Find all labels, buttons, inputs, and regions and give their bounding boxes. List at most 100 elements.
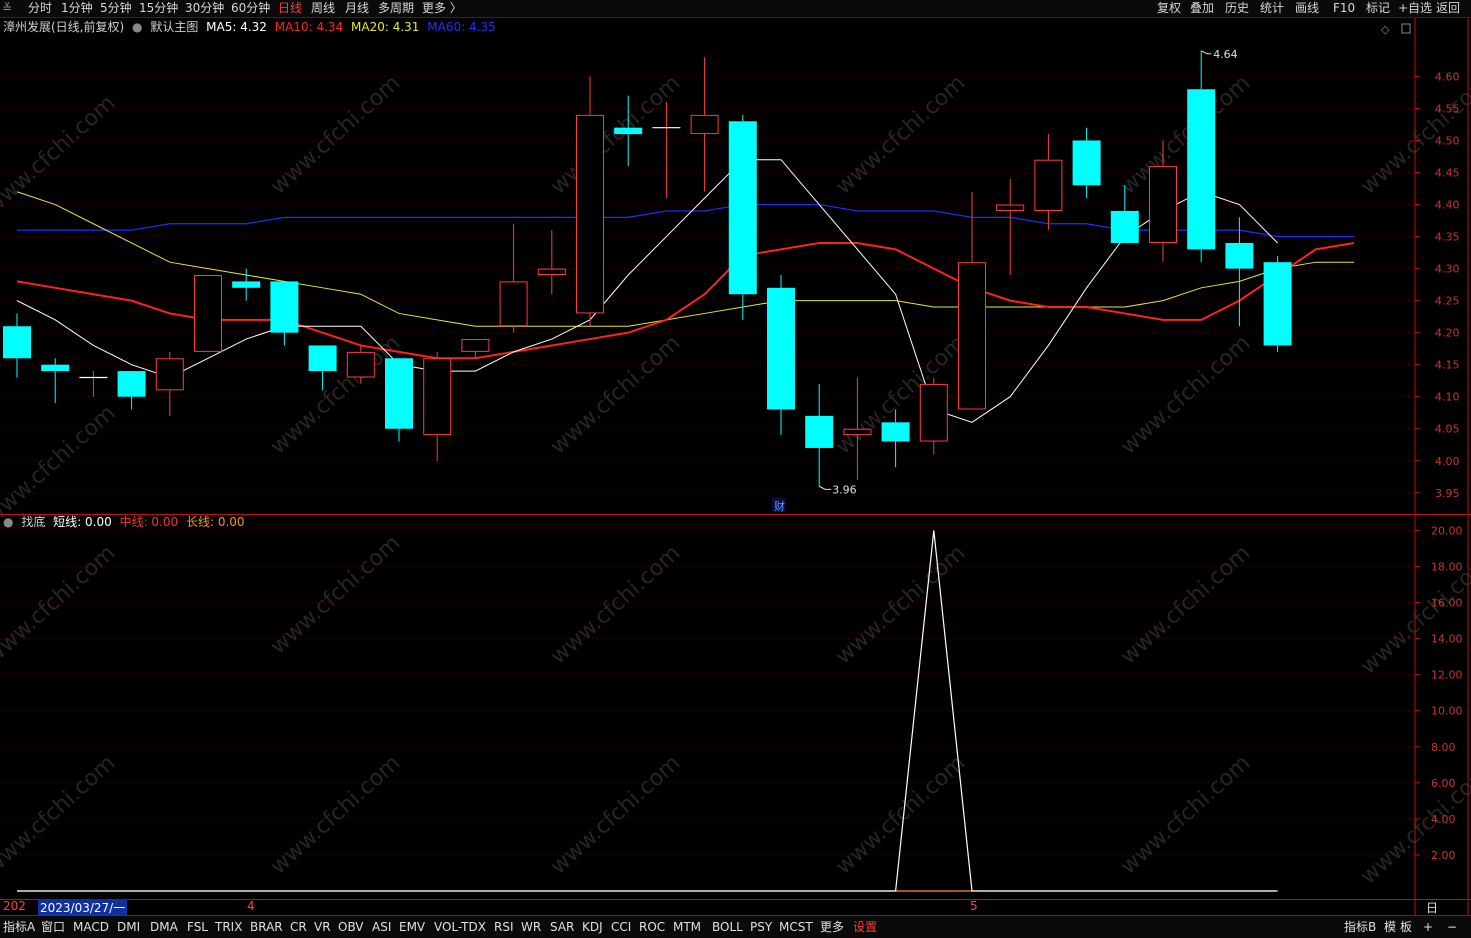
tab-fsl[interactable]: FSL <box>187 918 208 936</box>
main-tick-label: 4.00 <box>1435 455 1460 468</box>
sub-indicator-name[interactable]: 找底 <box>21 515 45 529</box>
indicator-tabs: 指标A 窗口 MACD DMI DMA FSL TRIX BRAR CR VR … <box>0 915 1471 938</box>
candle <box>805 383 834 487</box>
candle <box>423 351 452 461</box>
tab-boll[interactable]: BOLL <box>712 918 743 936</box>
candle-body-down <box>1263 262 1292 346</box>
zoom-in-button[interactable]: + <box>1423 918 1433 936</box>
tab-emv[interactable]: EMV <box>399 918 425 936</box>
tab-vr[interactable]: VR <box>314 918 331 936</box>
watermark-text: www.cfchi.com <box>1116 331 1255 460</box>
watermark-text: www.cfchi.com <box>0 91 120 220</box>
candle-body-down <box>1110 210 1139 243</box>
tab-mcst[interactable]: MCST <box>779 918 813 936</box>
tab-mtm[interactable]: MTM <box>673 918 701 936</box>
tab-template-ban[interactable]: 板 <box>1400 918 1412 936</box>
finance-badge: 财 <box>774 499 785 513</box>
sub-tick-label: 6.00 <box>1431 777 1456 790</box>
candle <box>1263 255 1292 352</box>
candle-body-up <box>537 268 566 276</box>
candle <box>1034 134 1063 231</box>
cursor-date: 2023/03/27/一 <box>38 899 128 916</box>
sub-tick-label: 10.00 <box>1431 705 1463 718</box>
main-tick-label: 4.05 <box>1435 423 1460 436</box>
main-tick-label: 4.60 <box>1435 70 1460 83</box>
candle-body-down <box>308 345 337 372</box>
candle-body-down <box>117 371 146 397</box>
candle-body-down <box>41 364 70 372</box>
short-line-legend: 短线: 0.00 <box>53 515 112 529</box>
month-5-label: 5 <box>970 899 978 913</box>
diamond-icon: ◇ <box>1381 23 1390 36</box>
watermark-text: www.cfchi.com <box>266 751 405 880</box>
watermark-text: www.cfchi.com <box>546 541 685 670</box>
sub-tick-label: 8.00 <box>1431 741 1456 754</box>
tab-roc[interactable]: ROC <box>639 918 665 936</box>
tab-cci[interactable]: CCI <box>611 918 631 936</box>
tab-sar[interactable]: SAR <box>550 918 574 936</box>
tab-trix[interactable]: TRIX <box>215 918 242 936</box>
tab-rsi[interactable]: RSI <box>494 918 514 936</box>
tab-psy[interactable]: PSY <box>750 918 772 936</box>
candle-body-up <box>194 275 222 352</box>
candle-body-down <box>767 287 795 410</box>
watermark-text: www.cfchi.com <box>1116 751 1255 880</box>
watermark-text: www.cfchi.com <box>546 71 685 200</box>
tab-cr[interactable]: CR <box>290 918 307 936</box>
tab-dma[interactable]: DMA <box>150 918 178 936</box>
tab-template-mo[interactable]: 模 <box>1384 918 1396 936</box>
mid-line-legend: 中线: 0.00 <box>119 515 179 529</box>
candle <box>576 76 604 327</box>
candle <box>155 351 184 416</box>
tab-macd[interactable]: MACD <box>73 918 109 936</box>
tab-obv[interactable]: OBV <box>338 918 364 936</box>
date-year-fragment: 202 <box>3 899 26 913</box>
tab-kdj[interactable]: KDJ <box>582 918 603 936</box>
candle <box>690 57 719 192</box>
tab-window[interactable]: 窗口 <box>41 918 65 936</box>
candle <box>728 114 757 320</box>
sub-tick-label: 20.00 <box>1431 524 1463 537</box>
sub-chart-legend: ● 找底 短线: 0.00 中线: 0.00 长线: 0.00 <box>0 513 249 531</box>
tab-dmi[interactable]: DMI <box>117 918 140 936</box>
candle-body-up <box>843 428 872 436</box>
main-tick-label: 3.95 <box>1435 487 1460 500</box>
candle-body-down <box>1187 89 1216 250</box>
candle <box>3 313 31 378</box>
kline-chart[interactable]: www.cfchi.com www.cfchi.com www.cfchi.com w… <box>0 0 1471 937</box>
tab-vol-tdx[interactable]: VOL-TDX <box>434 918 486 936</box>
main-tick-label: 4.45 <box>1435 167 1460 180</box>
tab-more[interactable]: 更多 <box>820 918 844 936</box>
candle <box>996 178 1025 275</box>
watermark-text: www.cfchi.com <box>266 531 405 660</box>
tab-indicator-b[interactable]: 指标B <box>1344 918 1376 936</box>
tab-brar[interactable]: BRAR <box>250 918 283 936</box>
watermark-text: www.cfchi.com <box>266 71 405 200</box>
candle-body-down <box>805 415 834 448</box>
tab-wr[interactable]: WR <box>521 918 541 936</box>
sub-tick-label: 12.00 <box>1431 669 1463 682</box>
candle-body-up <box>576 114 604 314</box>
zoom-out-button[interactable]: − <box>1447 918 1457 936</box>
main-tick-label: 4.10 <box>1435 391 1460 404</box>
tab-indicator-a[interactable]: 指标A <box>3 918 35 936</box>
candle-body-down <box>728 121 757 295</box>
candle-body-up <box>1034 159 1063 211</box>
main-tick-label: 4.15 <box>1435 359 1460 372</box>
watermark-text: www.cfchi.com <box>831 751 970 880</box>
tab-asi[interactable]: ASI <box>372 918 391 936</box>
sub-toggle-icon[interactable]: ● <box>3 515 13 529</box>
candle-body-down <box>1225 242 1254 269</box>
main-tick-label: 4.40 <box>1435 199 1460 212</box>
candle-body-up <box>155 358 184 391</box>
sub-tick-label: 14.00 <box>1431 633 1463 646</box>
long-line-legend: 长线: 0.00 <box>185 515 245 529</box>
candle <box>79 371 108 397</box>
candle <box>767 275 795 436</box>
high-label: 4.64 <box>1213 48 1238 61</box>
candle-body-down <box>270 281 299 333</box>
tab-settings[interactable]: 设置 <box>853 918 877 936</box>
window-icon <box>1401 23 1411 34</box>
candle <box>652 102 681 199</box>
candle <box>499 223 528 333</box>
